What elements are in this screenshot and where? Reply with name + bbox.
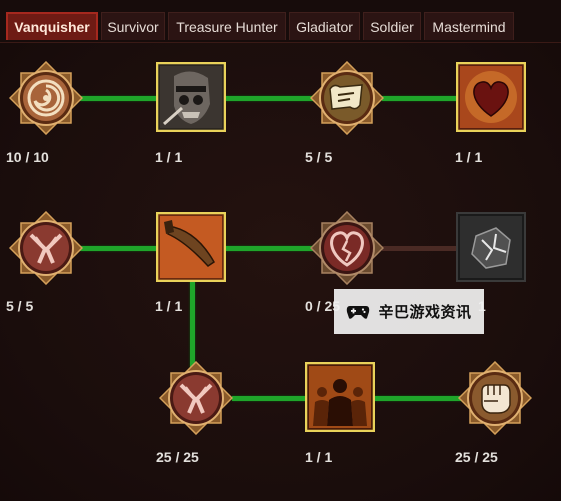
connector-line xyxy=(232,396,310,401)
skill-node-square[interactable] xyxy=(156,62,226,132)
rank-counter: 1 / 1 xyxy=(455,149,483,165)
connector-line xyxy=(222,246,316,251)
skill-node-square-locked[interactable] xyxy=(456,212,526,282)
tab-survivor[interactable]: Survivor xyxy=(101,12,165,40)
skill-node-round[interactable] xyxy=(458,361,532,435)
tab-soldier[interactable]: Soldier xyxy=(363,12,421,40)
watermark-overlay: 辛巴游戏资讯 xyxy=(334,289,484,334)
skill-node-round[interactable] xyxy=(310,211,384,285)
watermark-text: 辛巴游戏资讯 xyxy=(378,304,472,321)
rank-counter: 1 / 1 xyxy=(155,149,183,165)
tab-vanquisher[interactable]: Vanquisher xyxy=(6,12,98,40)
scroll-icon xyxy=(329,84,363,110)
connector-line xyxy=(222,96,316,101)
rank-counter: 5 / 5 xyxy=(6,298,34,314)
skill-node-square[interactable] xyxy=(456,62,526,132)
tab-mastermind[interactable]: Mastermind xyxy=(424,12,514,40)
tab-treasure-hunter[interactable]: Treasure Hunter xyxy=(168,12,286,40)
skill-node-square[interactable] xyxy=(305,362,375,432)
connector-line xyxy=(382,96,464,101)
rank-counter: 25 / 25 xyxy=(156,449,199,465)
rank-counter: 5 / 5 xyxy=(305,149,333,165)
rank-counter: 1 / 1 xyxy=(155,298,183,314)
connector-line xyxy=(80,246,162,251)
fist-icon xyxy=(481,384,511,414)
paragon-tab-bar: Vanquisher Survivor Treasure Hunter Glad… xyxy=(0,0,561,42)
skill-node-square[interactable] xyxy=(156,212,226,282)
connector-line xyxy=(190,280,195,368)
rank-counter: 1 / 1 xyxy=(305,449,333,465)
skill-node-round[interactable] xyxy=(9,61,83,135)
skill-node-round[interactable] xyxy=(9,211,83,285)
game-controller-icon xyxy=(347,305,370,319)
rank-counter: 25 / 25 xyxy=(455,449,498,465)
connector-line-inactive xyxy=(382,246,464,251)
connector-line xyxy=(80,96,162,101)
connector-line xyxy=(372,396,464,401)
skill-node-round[interactable] xyxy=(310,61,384,135)
rank-counter: 10 / 10 xyxy=(6,149,49,165)
skill-node-round[interactable] xyxy=(159,361,233,435)
tab-gladiator[interactable]: Gladiator xyxy=(289,12,360,40)
